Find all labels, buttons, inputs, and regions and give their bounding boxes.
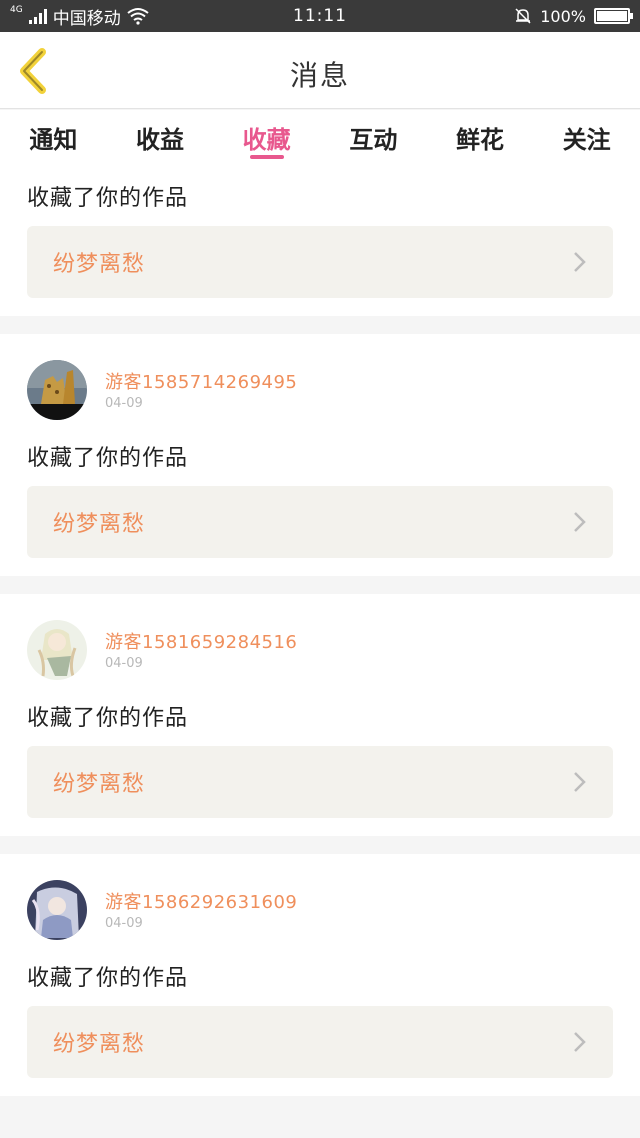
avatar[interactable]	[27, 880, 87, 940]
tab-label: 收益	[136, 126, 184, 154]
network-type: 4G	[10, 4, 23, 15]
page-title: 消息	[289, 59, 350, 92]
tab-label: 互动	[349, 126, 398, 154]
battery-icon	[594, 8, 633, 24]
status-bar: 4G 中国移动 11:11 100%	[0, 0, 640, 32]
list-item: 游客1586292631609 04-09 收藏了你的作品 纷梦离愁	[0, 854, 640, 1096]
tab-interactions[interactable]: 互动	[320, 110, 427, 162]
tab-notifications[interactable]: 通知	[0, 110, 107, 162]
wifi-icon	[127, 8, 149, 25]
work-title: 纷梦离愁	[53, 1032, 146, 1057]
status-right: 100%	[390, 6, 633, 26]
message-list[interactable]: 收藏了你的作品 纷梦离愁 游客1585714269495 04-09 收藏了你的…	[0, 162, 640, 1114]
work-title: 纷梦离愁	[53, 772, 146, 797]
action-text: 收藏了你的作品	[27, 186, 189, 211]
list-item: 游客1585714269495 04-09 收藏了你的作品 纷梦离愁	[0, 334, 640, 576]
work-link[interactable]: 纷梦离愁	[27, 746, 613, 818]
tab-earnings[interactable]: 收益	[107, 110, 214, 162]
tab-label: 关注	[562, 126, 611, 154]
bell-muted-icon	[515, 8, 531, 24]
tab-follows[interactable]: 关注	[533, 110, 640, 162]
list-item: 游客1581659284516 04-09 收藏了你的作品 纷梦离愁	[0, 594, 640, 836]
work-link[interactable]: 纷梦离愁	[27, 1006, 613, 1078]
chevron-right-icon	[574, 1032, 586, 1052]
status-left: 4G 中国移动	[10, 4, 250, 29]
list-item: 收藏了你的作品 纷梦离愁	[0, 162, 640, 316]
avatar[interactable]	[27, 360, 87, 420]
chevron-right-icon	[574, 252, 586, 272]
carrier-name: 中国移动	[52, 8, 121, 29]
timestamp: 04-09	[105, 916, 143, 931]
tab-label: 通知	[29, 126, 78, 154]
battery-percent: 100%	[540, 6, 586, 26]
action-text: 收藏了你的作品	[27, 966, 189, 991]
action-text: 收藏了你的作品	[27, 446, 189, 471]
username[interactable]: 游客1581659284516	[105, 628, 297, 654]
active-tab-indicator	[249, 155, 284, 159]
username[interactable]: 游客1586292631609	[105, 888, 297, 914]
avatar[interactable]	[27, 620, 87, 680]
signal-icon	[28, 8, 47, 24]
work-link[interactable]: 纷梦离愁	[27, 486, 613, 558]
tab-bar: 通知 收益 收藏 互动 鲜花 关注	[0, 110, 640, 162]
action-text: 收藏了你的作品	[27, 706, 189, 731]
status-time: 11:11	[293, 6, 347, 26]
header-bar: 消息	[0, 32, 640, 109]
work-link[interactable]: 纷梦离愁	[27, 226, 613, 298]
tab-label: 收藏	[242, 126, 291, 154]
chevron-right-icon	[574, 772, 586, 792]
work-title: 纷梦离愁	[53, 252, 146, 277]
timestamp: 04-09	[105, 656, 143, 671]
tab-label: 鲜花	[456, 126, 505, 154]
timestamp: 04-09	[105, 396, 143, 411]
work-title: 纷梦离愁	[53, 512, 146, 537]
tab-favorites[interactable]: 收藏	[213, 110, 320, 162]
tab-flowers[interactable]: 鲜花	[427, 110, 534, 162]
chevron-right-icon	[574, 512, 586, 532]
username[interactable]: 游客1585714269495	[105, 368, 297, 394]
